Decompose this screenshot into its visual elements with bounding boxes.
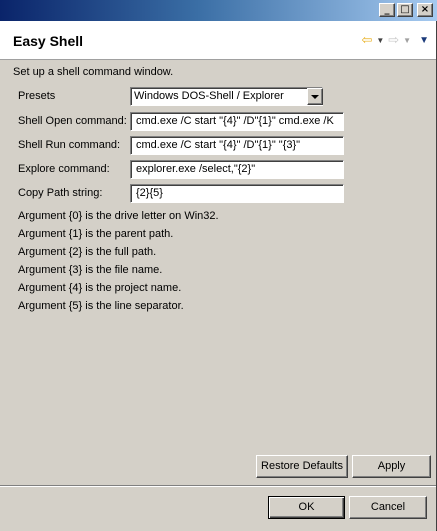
explore-input[interactable]: explorer.exe /select,"{2}" [130,160,344,179]
cancel-button[interactable]: Cancel [349,496,427,519]
copy-path-label: Copy Path string: [18,187,103,199]
presets-label: Presets [18,90,56,102]
page-description: Set up a shell command window. [13,66,174,78]
argument-help-0: Argument {0} is the drive letter on Win3… [18,210,219,222]
argument-help-3: Argument {3} is the file name. [18,264,163,276]
ok-button[interactable]: OK [268,496,345,519]
copy-path-input[interactable]: {2}{5} [130,184,344,203]
navigation-toolbar: ⇦ ▼ ⇨ ▼ ▼ [361,33,429,47]
view-menu-icon[interactable]: ▼ [419,35,429,46]
shell-open-row: Shell Open command: cmd.exe /C start "{4… [18,112,428,131]
preference-page-header: Easy Shell ⇦ ▼ ⇨ ▼ ▼ [0,21,437,60]
shell-open-label: Shell Open command: [18,115,127,127]
forward-dropdown-icon: ▼ [403,35,412,45]
page-title: Easy Shell [13,33,84,49]
explore-row: Explore command: explorer.exe /select,"{… [18,160,428,179]
shell-run-label: Shell Run command: [18,139,121,151]
shell-open-input[interactable]: cmd.exe /C start "{4}" /D"{1}" cmd.exe /… [130,112,344,131]
explore-label: Explore command: [18,163,110,175]
argument-help-4: Argument {4} is the project name. [18,282,182,294]
shell-run-input[interactable]: cmd.exe /C start "{4}" /D"{1}" "{3}" [130,136,344,155]
argument-help-5: Argument {5} is the line separator. [18,300,184,312]
back-arrow-icon[interactable]: ⇦ [361,33,372,47]
window-controls: _ □ × [379,3,433,17]
apply-button[interactable]: Apply [352,455,431,478]
restore-defaults-button[interactable]: Restore Defaults [256,455,348,478]
argument-help-2: Argument {2} is the full path. [18,246,157,258]
presets-row: Presets Windows DOS-Shell / Explorer [18,87,428,106]
forward-arrow-icon: ⇨ [388,32,400,47]
copy-path-row: Copy Path string: {2}{5} [18,184,428,203]
maximize-button[interactable]: □ [397,3,413,17]
back-dropdown-icon[interactable]: ▼ [376,36,384,45]
close-button[interactable]: × [417,3,433,17]
window-title-bar[interactable]: _ □ × [0,0,437,21]
minimize-button[interactable]: _ [379,3,395,17]
chevron-down-icon[interactable] [307,88,323,105]
presets-select[interactable]: Windows DOS-Shell / Explorer [130,87,323,106]
shell-run-row: Shell Run command: cmd.exe /C start "{4}… [18,136,428,155]
argument-help-1: Argument {1} is the parent path. [18,228,174,240]
divider [0,485,437,487]
